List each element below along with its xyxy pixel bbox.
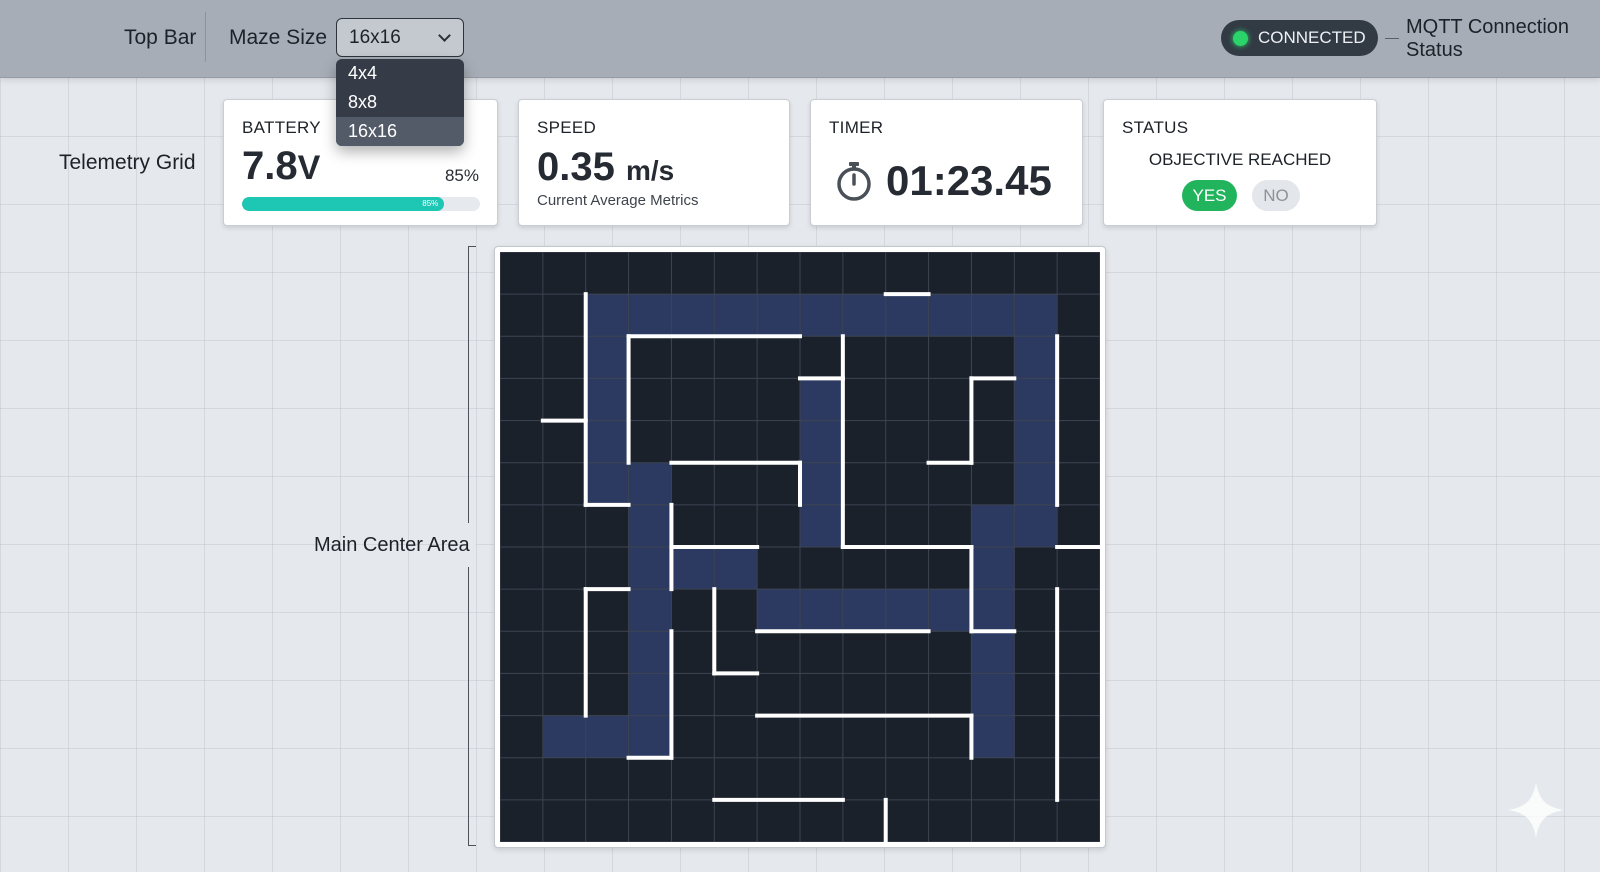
speed-caption: Current Average Metrics <box>537 192 699 209</box>
connection-status-badge: CONNECTED <box>1221 20 1378 56</box>
maze-path-cell <box>800 294 843 337</box>
battery-percent: 85% <box>444 166 479 185</box>
maze-path-cell <box>971 504 1015 547</box>
maze-path-cell <box>585 462 629 505</box>
maze-path-cell <box>1014 462 1058 505</box>
maze-path-cell <box>928 589 972 632</box>
timer-card: TIMER 01:23.45 <box>810 99 1083 226</box>
speed-reading: 0.35 m/s <box>537 145 674 190</box>
battery-fill-label: 85% <box>422 199 439 208</box>
timer-title: TIMER <box>829 118 884 137</box>
telemetry-grid-annotation: Telemetry Grid <box>59 151 196 174</box>
maze-path-cell <box>628 504 672 547</box>
speed-title: SPEED <box>537 118 597 137</box>
maze-path-cell <box>1014 294 1058 337</box>
maze-path-cell <box>971 631 1015 674</box>
maze-size-select[interactable]: 16x16 <box>336 18 464 57</box>
maze-path-cell <box>671 547 715 590</box>
maze-path-cell <box>800 462 843 505</box>
status-title: STATUS <box>1122 118 1189 137</box>
maze-path-cell <box>585 420 629 463</box>
mqtt-status-annotation: MQTT Connection Status <box>1406 16 1569 62</box>
timer-value: 01:23.45 <box>886 157 1052 204</box>
maze-path-cell <box>928 294 972 337</box>
maze-path-cell <box>628 462 672 505</box>
maze-path-cell <box>842 294 886 337</box>
mqtt-status-annotation-text: MQTT Connection Status <box>1406 16 1570 61</box>
battery-voltage: 7.8V <box>242 144 320 189</box>
maze-path-cell <box>714 547 758 590</box>
maze-path-cell <box>628 715 672 758</box>
maze-path-cell <box>1014 378 1058 421</box>
speed-unit: m/s <box>625 155 675 186</box>
maze-path-cell <box>971 715 1015 758</box>
speed-card: SPEED 0.35 m/s Current Average Metrics <box>518 99 790 226</box>
maze-path-cell <box>1014 336 1058 379</box>
sparkle-icon <box>1508 782 1564 838</box>
maze-path-cell <box>1014 504 1058 547</box>
main-center-area-annotation: Main Center Area <box>314 534 470 556</box>
maze-grid <box>500 252 1100 842</box>
maze-path-cell <box>885 589 929 632</box>
maze-path-cell <box>542 715 586 758</box>
maze-size-option-4x4[interactable]: 4x4 <box>336 59 464 88</box>
maze-path-cell <box>714 294 758 337</box>
maze-path-cell <box>842 589 886 632</box>
top-bar-divider <box>205 12 206 62</box>
maze-path-cell <box>1014 420 1058 463</box>
maze-panel <box>494 246 1106 848</box>
status-dot-icon <box>1233 30 1248 46</box>
maze-path-cell <box>628 589 672 632</box>
maze-size-option-8x8[interactable]: 8x8 <box>336 88 464 117</box>
maze-path-cell <box>628 294 672 337</box>
maze-path-cell <box>800 589 843 632</box>
battery-level-bar: 85% <box>242 197 480 211</box>
maze-path-cell <box>585 294 629 337</box>
maze-path-cell <box>757 589 800 632</box>
maze-path-cell <box>971 547 1015 590</box>
battery-title: BATTERY <box>242 118 321 137</box>
maze-size-option-16x16[interactable]: 16x16 <box>336 117 464 146</box>
battery-level-fill: 85% <box>242 197 445 211</box>
maze-size-selected-value: 16x16 <box>349 27 401 48</box>
battery-voltage-value: 7.8 <box>242 144 298 188</box>
maze-path-cell <box>628 547 672 590</box>
maze-size-label: Maze Size <box>229 26 328 49</box>
battery-voltage-unit: V <box>297 149 321 187</box>
connection-status-label: CONNECTED <box>1258 28 1366 47</box>
stopwatch-icon <box>837 162 871 201</box>
top-bar-annotation: Top Bar <box>124 26 197 49</box>
maze-path-cell <box>800 504 843 547</box>
status-yes-pill[interactable]: YES <box>1182 180 1237 211</box>
maze-path-cell <box>671 294 715 337</box>
maze-path-cell <box>585 336 629 379</box>
maze-path-cell <box>800 378 843 421</box>
maze-path-cell <box>971 589 1015 632</box>
annotation-leader-line <box>1385 38 1399 39</box>
speed-value: 0.35 <box>537 145 615 189</box>
maze-path-cell <box>628 673 672 716</box>
maze-path-cell <box>585 715 629 758</box>
status-card: STATUS OBJECTIVE REACHED YES NO <box>1103 99 1377 226</box>
maze-path-cell <box>885 294 929 337</box>
maze-path-cell <box>971 673 1015 716</box>
objective-reached-label: OBJECTIVE REACHED <box>1148 150 1332 169</box>
chevron-down-icon <box>438 29 451 42</box>
maze-path-cell <box>585 378 629 421</box>
maze-size-dropdown: 4x4 8x8 16x16 <box>336 59 464 146</box>
maze-path-cell <box>628 631 672 674</box>
maze-path-cell <box>757 294 800 337</box>
status-no-pill[interactable]: NO <box>1252 180 1300 211</box>
top-bar: Top Bar Maze Size 16x16 CONNECTED MQTT C… <box>0 0 1600 78</box>
maze-path-cell <box>971 294 1015 337</box>
maze-path-cell <box>800 420 843 463</box>
